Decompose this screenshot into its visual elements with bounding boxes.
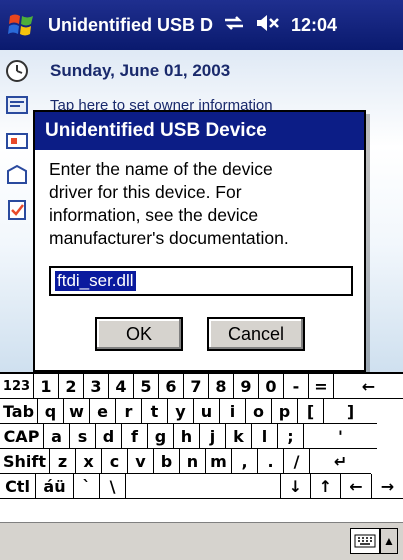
messages-icon [4, 162, 30, 188]
key-b[interactable]: b [154, 449, 180, 474]
key-0[interactable]: 0 [259, 374, 284, 399]
key-h[interactable]: h [174, 424, 200, 449]
key-y[interactable]: y [168, 399, 194, 424]
key-p[interactable]: p [272, 399, 298, 424]
windows-start-icon[interactable] [0, 0, 44, 50]
date-row[interactable]: Sunday, June 01, 2003 [0, 54, 403, 88]
key-shift[interactable]: Shift [0, 449, 50, 474]
clock[interactable]: 12:04 [291, 15, 337, 36]
key-j[interactable]: j [200, 424, 226, 449]
owner-card-icon [4, 92, 30, 118]
key-q[interactable]: q [38, 399, 64, 424]
key-slash[interactable]: / [284, 449, 310, 474]
inbox-icon [4, 128, 30, 154]
connectivity-icon[interactable] [223, 13, 245, 38]
keyboard-row-3: CAP a s d f g h j k l ; ' [0, 424, 403, 449]
key-backslash[interactable]: \ [100, 474, 126, 499]
key-quote[interactable]: ' [304, 424, 377, 449]
volume-muted-icon[interactable] [255, 13, 281, 38]
key-backspace[interactable]: ← [334, 374, 403, 399]
key-7[interactable]: 7 [184, 374, 209, 399]
key-f[interactable]: f [122, 424, 148, 449]
key-l[interactable]: l [252, 424, 278, 449]
dialog-title: Unidentified USB Device [35, 112, 364, 150]
usb-device-dialog: Unidentified USB Device Enter the name o… [33, 110, 366, 372]
key-4[interactable]: 4 [109, 374, 134, 399]
key-equals[interactable]: = [309, 374, 334, 399]
key-backtick[interactable]: ` [74, 474, 100, 499]
key-right[interactable]: → [372, 474, 403, 499]
key-left[interactable]: ← [341, 474, 372, 499]
key-5[interactable]: 5 [134, 374, 159, 399]
keyboard-row-5: Ctl áü ` \ ↓ ↑ ← → [0, 474, 403, 499]
key-left-bracket[interactable]: [ [298, 399, 324, 424]
date-text: Sunday, June 01, 2003 [50, 61, 231, 80]
key-3[interactable]: 3 [84, 374, 109, 399]
key-d[interactable]: d [96, 424, 122, 449]
key-2[interactable]: 2 [59, 374, 84, 399]
key-v[interactable]: v [128, 449, 154, 474]
driver-name-value: ftdi_ser.dll [55, 271, 136, 291]
keyboard-row-1: 123 1 2 3 4 5 6 7 8 9 0 - = ← [0, 374, 403, 399]
cancel-button[interactable]: Cancel [207, 317, 305, 351]
key-c[interactable]: c [102, 449, 128, 474]
key-9[interactable]: 9 [234, 374, 259, 399]
key-enter[interactable]: ↵ [310, 449, 371, 474]
key-t[interactable]: t [142, 399, 168, 424]
key-e[interactable]: e [90, 399, 116, 424]
key-space[interactable] [126, 474, 281, 499]
keyboard-icon[interactable] [350, 528, 380, 554]
key-down[interactable]: ↓ [281, 474, 311, 499]
ok-button[interactable]: OK [95, 317, 183, 351]
key-up[interactable]: ↑ [311, 474, 341, 499]
key-z[interactable]: z [50, 449, 76, 474]
driver-name-input[interactable]: ftdi_ser.dll [49, 266, 353, 296]
key-u[interactable]: u [194, 399, 220, 424]
keyboard-row-4: Shift z x c v b n m , . / ↵ [0, 449, 403, 474]
key-6[interactable]: 6 [159, 374, 184, 399]
app-title: Unidentified USB D [48, 14, 213, 35]
key-comma[interactable]: , [232, 449, 258, 474]
key-ctl[interactable]: Ctl [0, 474, 36, 499]
input-menu-arrow[interactable]: ▲ [380, 528, 398, 554]
key-w[interactable]: w [64, 399, 90, 424]
key-caps[interactable]: CAP [0, 424, 44, 449]
soft-keyboard: 123 1 2 3 4 5 6 7 8 9 0 - = ← Tab q w e … [0, 372, 403, 522]
key-period[interactable]: . [258, 449, 284, 474]
key-i[interactable]: i [220, 399, 246, 424]
key-tab[interactable]: Tab [0, 399, 38, 424]
key-m[interactable]: m [206, 449, 232, 474]
key-g[interactable]: g [148, 424, 174, 449]
dialog-message: Enter the name of the device driver for … [49, 159, 289, 248]
key-1[interactable]: 1 [34, 374, 59, 399]
taskbar: Unidentified USB D 12:04 [0, 0, 403, 50]
key-k[interactable]: k [226, 424, 252, 449]
key-n[interactable]: n [180, 449, 206, 474]
tasks-icon [4, 196, 30, 222]
key-a[interactable]: a [44, 424, 70, 449]
keyboard-row-2: Tab q w e r t y u i o p [ ] [0, 399, 403, 424]
menu-bar: ▲ [0, 522, 403, 560]
clock-icon [4, 58, 30, 84]
key-accents[interactable]: áü [36, 474, 74, 499]
key-8[interactable]: 8 [209, 374, 234, 399]
key-123[interactable]: 123 [0, 374, 34, 399]
key-x[interactable]: x [76, 449, 102, 474]
key-r[interactable]: r [116, 399, 142, 424]
key-s[interactable]: s [70, 424, 96, 449]
key-minus[interactable]: - [284, 374, 309, 399]
key-right-bracket[interactable]: ] [324, 399, 377, 424]
key-semicolon[interactable]: ; [278, 424, 304, 449]
key-o[interactable]: o [246, 399, 272, 424]
